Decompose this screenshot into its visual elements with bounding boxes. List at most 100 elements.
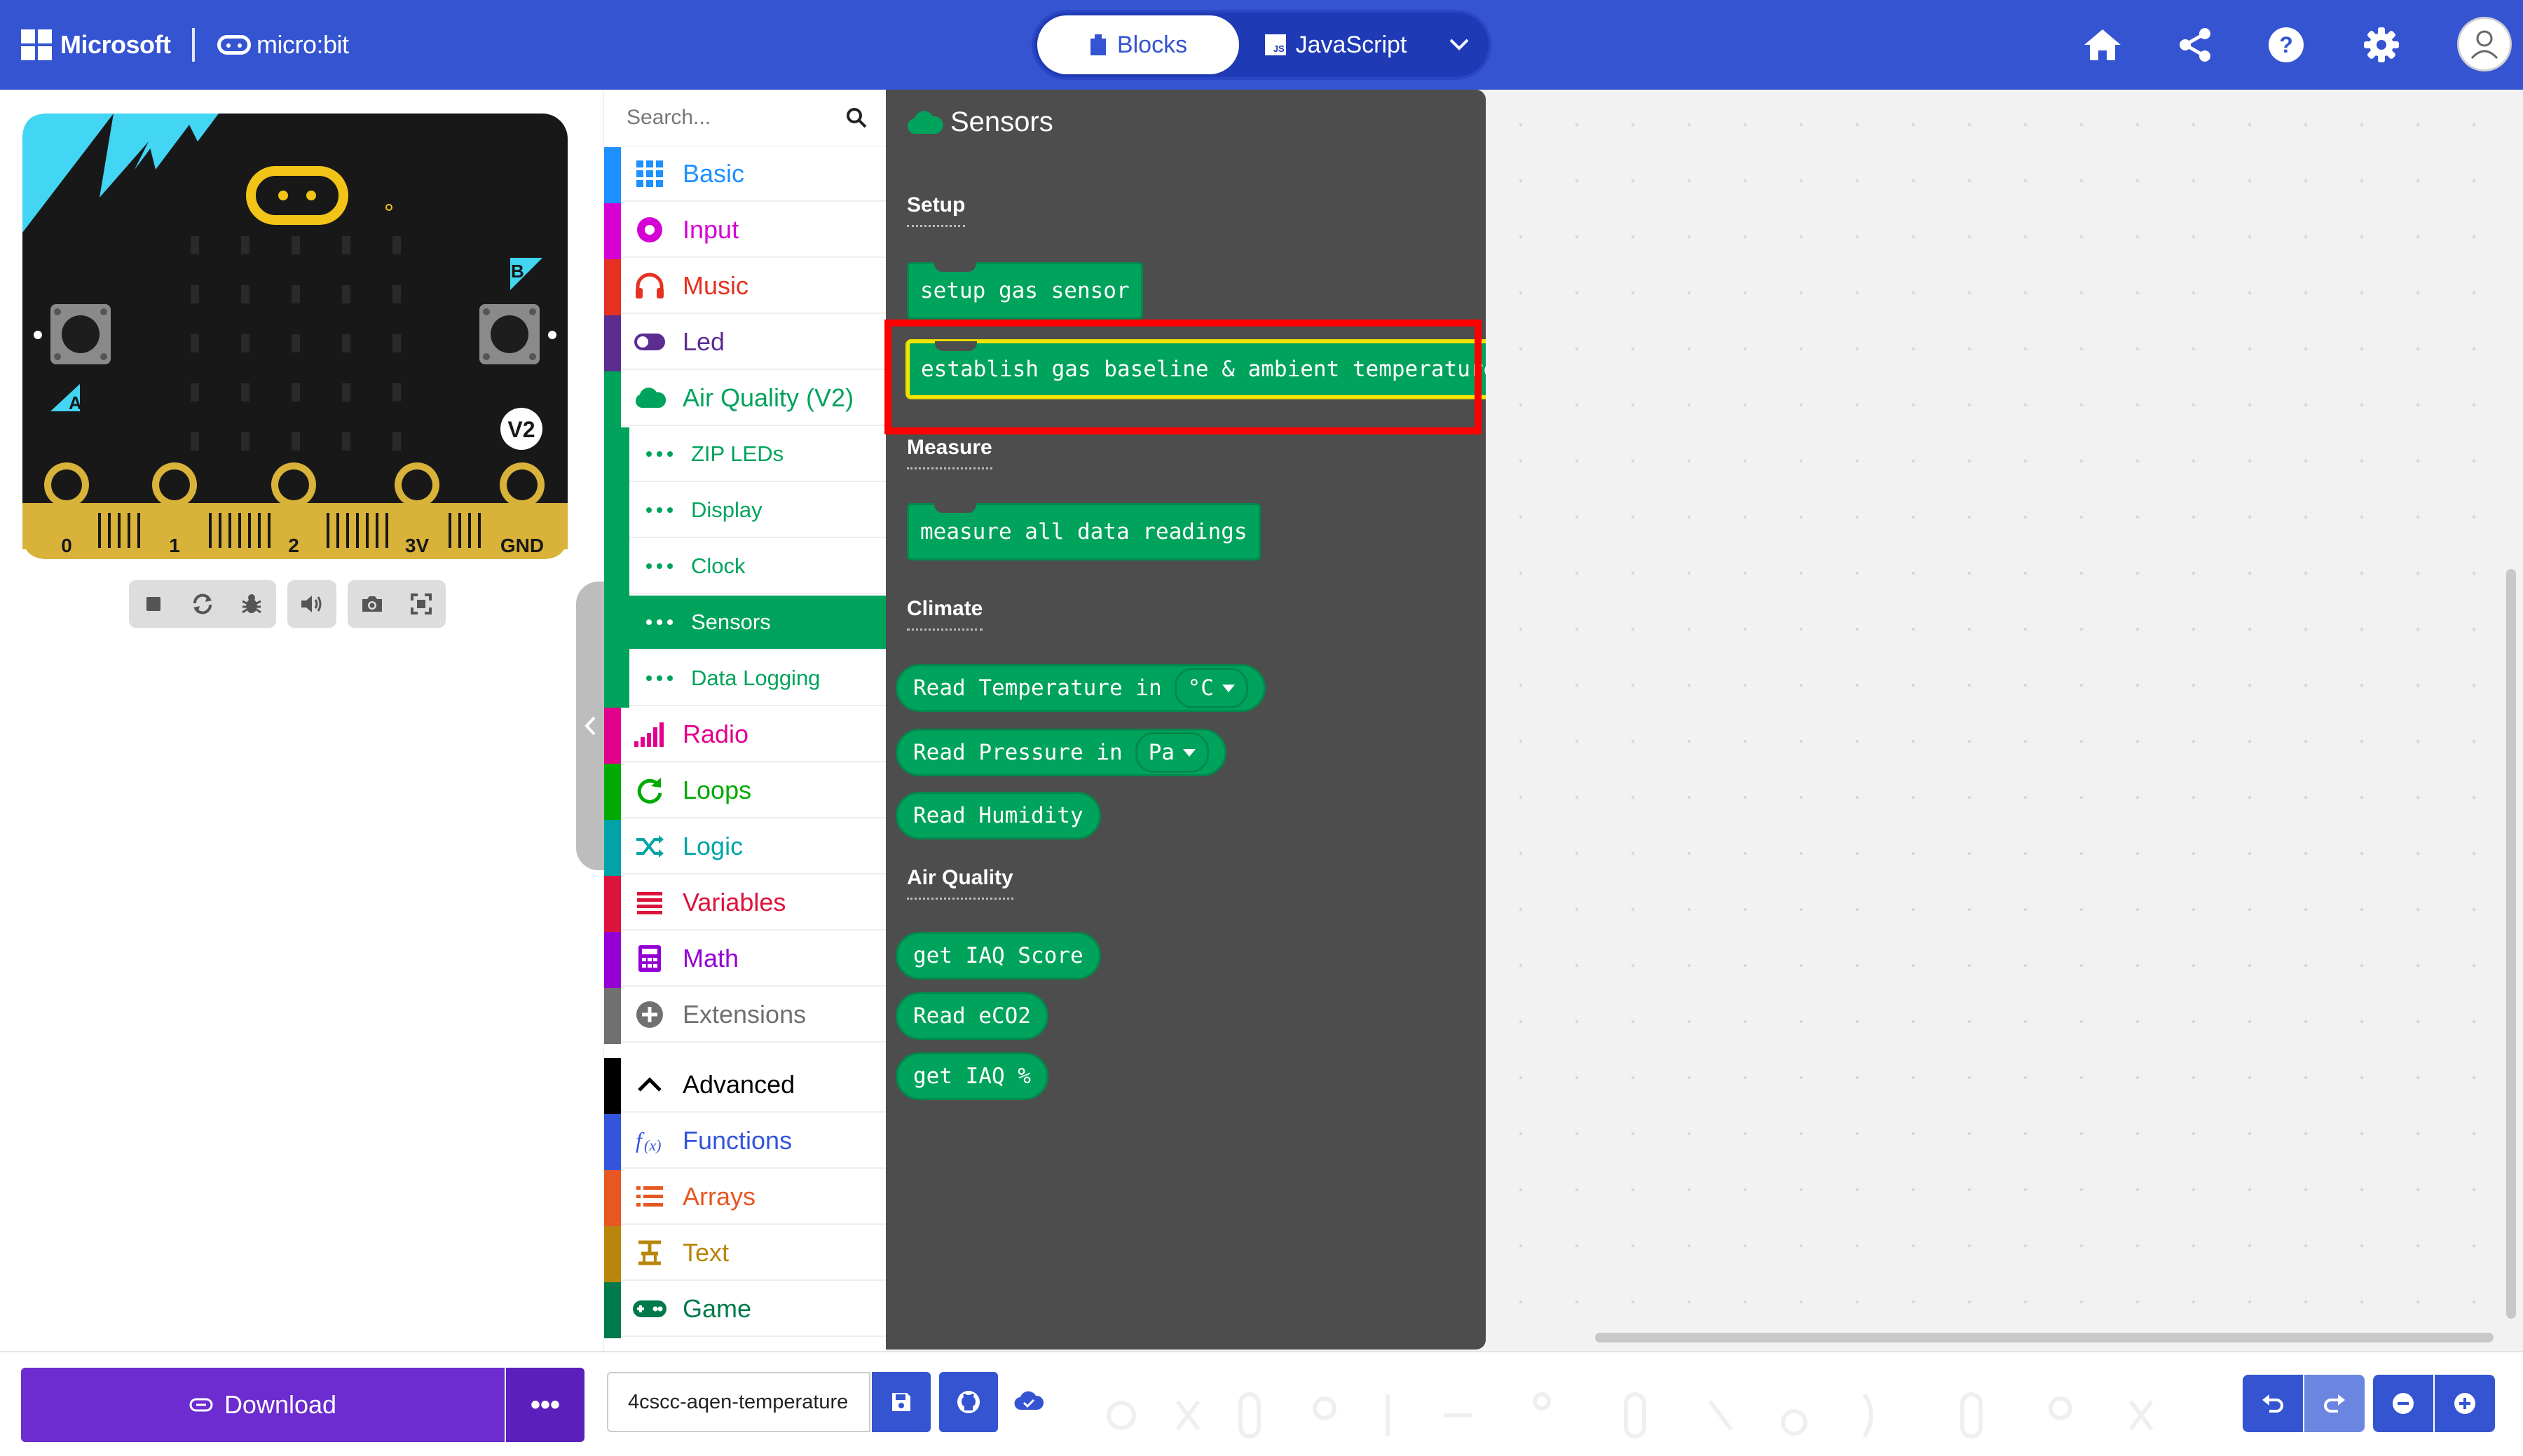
zoom-out-button[interactable]: [2373, 1375, 2433, 1432]
microbit-label: micro:bit: [257, 30, 349, 59]
save-button[interactable]: [872, 1372, 931, 1432]
category-label: Input: [683, 215, 739, 244]
read-pressure-block[interactable]: Read Pressure in Pa: [896, 729, 1226, 776]
subcategory-clock[interactable]: Clock: [604, 540, 886, 596]
javascript-tab[interactable]: JS JavaScript: [1245, 15, 1427, 74]
blocks-tab[interactable]: Blocks: [1037, 15, 1239, 74]
signal-bars-icon: [632, 717, 667, 752]
list-icon: [632, 1179, 667, 1214]
category-loops[interactable]: Loops: [604, 764, 886, 820]
share-icon: [2180, 28, 2210, 62]
block-label: Read Temperature in: [913, 675, 1162, 701]
search-icon[interactable]: [845, 107, 868, 129]
category-math[interactable]: Math: [604, 932, 886, 988]
bug-icon: [242, 594, 261, 614]
category-logic[interactable]: Logic: [604, 820, 886, 876]
category-functions[interactable]: f (x) Functions: [604, 1114, 886, 1170]
category-air-quality[interactable]: Air Quality (V2): [604, 371, 886, 427]
category-label: Radio: [683, 720, 749, 748]
category-advanced[interactable]: Advanced: [604, 1058, 886, 1114]
category-text[interactable]: Text: [604, 1226, 886, 1282]
redo-icon: [2324, 1394, 2345, 1413]
cloud-status[interactable]: [1013, 1390, 1044, 1414]
read-eco2-block[interactable]: Read eCO2: [896, 992, 1048, 1040]
javascript-tab-label: JavaScript: [1295, 31, 1407, 58]
speaker-icon: [301, 596, 322, 612]
subcategory-zip-leds[interactable]: ZIP LEDs: [604, 427, 886, 483]
vertical-scrollbar[interactable]: [2506, 569, 2516, 1319]
measure-all-data-readings-block[interactable]: measure all data readings: [907, 503, 1261, 561]
settings-button[interactable]: [2358, 21, 2405, 69]
setup-gas-sensor-block[interactable]: setup gas sensor: [907, 262, 1143, 320]
category-extensions[interactable]: Extensions: [604, 988, 886, 1044]
redo-button[interactable]: [2304, 1375, 2365, 1432]
category-basic[interactable]: Basic: [604, 147, 886, 203]
microsoft-icon: [21, 29, 52, 60]
flyout-title: Sensors: [907, 107, 1053, 138]
get-iaq-percent-block[interactable]: get IAQ %: [896, 1052, 1048, 1100]
category-led[interactable]: Led: [604, 315, 886, 371]
category-music[interactable]: Music: [604, 259, 886, 315]
function-icon: f (x): [632, 1123, 667, 1158]
fullscreen-button[interactable]: [397, 580, 446, 628]
project-name-input[interactable]: [607, 1372, 870, 1432]
toggle-icon: [632, 324, 667, 359]
simulator-controls: [129, 580, 453, 628]
get-iaq-score-block[interactable]: get IAQ Score: [896, 932, 1101, 980]
search-input[interactable]: [625, 105, 845, 130]
javascript-icon: JS: [1264, 34, 1286, 55]
github-icon: [957, 1391, 980, 1413]
download-options-button[interactable]: •••: [506, 1368, 584, 1442]
version-badge: V2: [507, 417, 535, 442]
microsoft-logo[interactable]: Microsoft: [21, 0, 171, 90]
category-game[interactable]: Game: [604, 1282, 886, 1338]
js-badge: JS: [1273, 43, 1285, 54]
category-arrays[interactable]: Arrays: [604, 1170, 886, 1226]
pressure-unit-dropdown[interactable]: Pa: [1135, 732, 1209, 773]
github-button[interactable]: [939, 1372, 998, 1432]
user-icon: [2470, 30, 2498, 60]
microbit-board[interactable]: A B V2 0 1 2 3V GND: [22, 114, 568, 559]
blocks-workspace[interactable]: [1486, 90, 2523, 1351]
editor-menu-button[interactable]: [1434, 15, 1484, 74]
collapse-simulator-button[interactable]: [576, 582, 604, 870]
dots-icon: [642, 493, 677, 528]
home-button[interactable]: [2079, 21, 2126, 69]
top-bar: Microsoft micro:bit Blocks JS JavaScript: [0, 0, 2523, 90]
undo-button[interactable]: [2243, 1375, 2303, 1432]
temperature-unit-dropdown[interactable]: °C: [1174, 668, 1248, 708]
microbit-logo[interactable]: micro:bit: [217, 0, 349, 90]
category-variables[interactable]: Variables: [604, 876, 886, 932]
subcategory-label: Sensors: [691, 610, 771, 634]
help-button[interactable]: ?: [2262, 21, 2310, 69]
mute-button[interactable]: [287, 580, 336, 628]
avatar[interactable]: [2457, 17, 2512, 71]
share-button[interactable]: [2171, 21, 2219, 69]
subcategory-sensors[interactable]: Sensors: [604, 596, 886, 652]
toolbox-search: [604, 90, 886, 146]
zoom-in-button[interactable]: [2435, 1375, 2495, 1432]
stop-simulator-button[interactable]: [129, 580, 178, 628]
debug-button[interactable]: [227, 580, 276, 628]
block-label: Read eCO2: [913, 1003, 1031, 1029]
microbit-icon: [217, 35, 251, 55]
list-lines-icon: [632, 885, 667, 920]
caret-down-icon: [1222, 684, 1235, 692]
category-input[interactable]: Input: [604, 203, 886, 259]
download-button[interactable]: Download: [21, 1368, 505, 1442]
read-temperature-block[interactable]: Read Temperature in °C: [896, 664, 1266, 712]
dots-icon: [642, 437, 677, 472]
restart-simulator-button[interactable]: [178, 580, 227, 628]
read-humidity-block[interactable]: Read Humidity: [896, 792, 1101, 839]
category-label: Math: [683, 944, 739, 973]
screenshot-button[interactable]: [348, 580, 397, 628]
category-label: Arrays: [683, 1182, 756, 1211]
plus-circle-icon: [2454, 1393, 2475, 1414]
horizontal-scrollbar[interactable]: [1595, 1333, 2494, 1342]
subcategory-data-logging[interactable]: Data Logging: [604, 652, 886, 708]
dropdown-value: Pa: [1148, 740, 1175, 765]
subcategory-label: Display: [691, 497, 763, 522]
subcategory-display[interactable]: Display: [604, 483, 886, 540]
download-label: Download: [224, 1390, 337, 1419]
category-radio[interactable]: Radio: [604, 708, 886, 764]
